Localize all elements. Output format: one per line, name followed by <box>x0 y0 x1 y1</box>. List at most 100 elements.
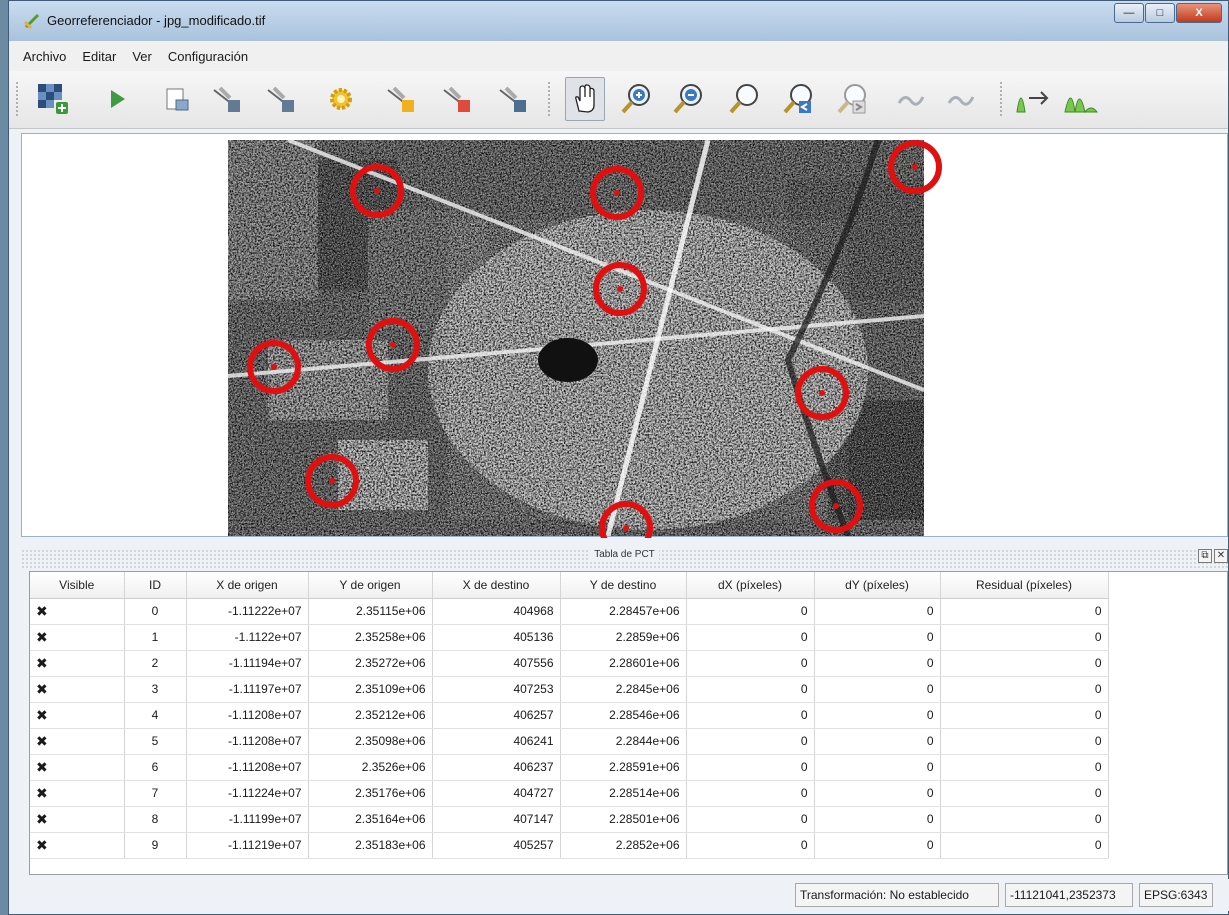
coordinate-display: -11121041,2352373 <box>1005 883 1133 907</box>
column-header[interactable]: Residual (píxeles) <box>940 572 1109 599</box>
zoom-out-button[interactable] <box>669 77 709 121</box>
transformation-status: Transformación: No establecido <box>795 883 999 907</box>
maximize-button[interactable]: □ <box>1145 3 1175 23</box>
table-cell: 405257 <box>432 832 561 859</box>
table-cell: 404727 <box>432 780 561 807</box>
visible-checkbox[interactable]: ✖ <box>30 702 125 729</box>
table-cell: 0 <box>940 702 1109 729</box>
gcp-marker[interactable] <box>366 318 420 372</box>
table-cell: 2.28514e+06 <box>560 780 687 807</box>
save-gcp-points-button[interactable] <box>261 77 301 121</box>
gcp-table[interactable]: Visible ID X de origen Y de origen X de dest… <box>29 571 1228 875</box>
link-georeferencer-button[interactable] <box>891 77 931 121</box>
gcp-marker[interactable] <box>247 340 301 394</box>
transformation-settings-button[interactable] <box>321 77 361 121</box>
close-button[interactable]: X <box>1176 3 1222 23</box>
zoom-to-layer-button[interactable] <box>725 77 765 121</box>
table-cell: 0 <box>940 598 1109 625</box>
crs-button[interactable]: EPSG:6343 <box>1139 883 1213 907</box>
gcp-marker[interactable] <box>593 262 647 316</box>
link-georeferencer-icon <box>897 96 925 106</box>
full-histogram-stretch-icon <box>1016 91 1049 113</box>
start-georeferencing-button[interactable] <box>97 77 137 121</box>
qgis-logo-icon <box>23 13 40 30</box>
table-row[interactable]: ✖ 7 -1.11224e+07 2.35176e+06 404727 2.28514e+… <box>30 780 1109 807</box>
gcp-marker[interactable] <box>350 164 404 218</box>
map-canvas[interactable] <box>21 133 1228 538</box>
visible-checkbox[interactable]: ✖ <box>30 624 125 651</box>
add-point-button[interactable] <box>381 77 421 121</box>
gcp-id-cell: 2 <box>124 650 187 677</box>
move-gcp-point-button[interactable] <box>493 77 533 121</box>
table-cell: 2.2852e+06 <box>560 832 687 859</box>
table-cell: 0 <box>940 832 1109 859</box>
table-cell: 0 <box>686 754 815 781</box>
pan-button[interactable] <box>565 77 605 121</box>
column-header[interactable]: X de origen <box>186 572 309 599</box>
transformation-settings-icon <box>330 88 352 110</box>
load-gcp-points-button[interactable] <box>207 77 247 121</box>
table-cell: 2.2844e+06 <box>560 728 687 755</box>
delete-point-button[interactable] <box>437 77 477 121</box>
link-qgis-button[interactable] <box>941 77 981 121</box>
float-dock-button[interactable]: ⧉ <box>1198 549 1212 563</box>
generate-gdal-script-button[interactable] <box>157 77 197 121</box>
table-cell: 407253 <box>432 676 561 703</box>
gcp-id-cell: 3 <box>124 676 187 703</box>
gcp-marker[interactable] <box>590 166 644 220</box>
visible-checkbox[interactable]: ✖ <box>30 754 125 781</box>
table-row[interactable]: ✖ 1 -1.1122e+07 2.35258e+06 405136 2.2859e+06… <box>30 624 1109 651</box>
gcp-marker[interactable] <box>888 140 942 194</box>
column-header[interactable]: Y de destino <box>560 572 687 599</box>
table-row[interactable]: ✖ 2 -1.11194e+07 2.35272e+06 407556 2.28601e+… <box>30 650 1109 677</box>
table-row[interactable]: ✖ 8 -1.11199e+07 2.35164e+06 407147 2.28501e+… <box>30 806 1109 833</box>
table-row[interactable]: ✖ 5 -1.11208e+07 2.35098e+06 406241 2.2844e+0… <box>30 728 1109 755</box>
table-cell: 0 <box>814 702 941 729</box>
table-cell: 2.35183e+06 <box>308 832 433 859</box>
open-raster-button[interactable] <box>33 77 73 121</box>
menu-archivo[interactable]: Archivo <box>23 49 66 64</box>
gcp-marker[interactable] <box>795 366 849 420</box>
gcp-marker[interactable] <box>305 454 359 508</box>
visible-checkbox[interactable]: ✖ <box>30 780 125 807</box>
gcp-marker[interactable] <box>599 501 653 538</box>
table-row[interactable]: ✖ 4 -1.11208e+07 2.35212e+06 406257 2.28546e+… <box>30 702 1109 729</box>
visible-checkbox[interactable]: ✖ <box>30 728 125 755</box>
table-cell: 406237 <box>432 754 561 781</box>
table-cell: 2.28457e+06 <box>560 598 687 625</box>
menu-configuracion[interactable]: Configuración <box>168 49 248 64</box>
full-histogram-stretch-button[interactable] <box>1013 77 1053 121</box>
column-header[interactable]: dX (píxeles) <box>686 572 815 599</box>
close-dock-button[interactable]: ✕ <box>1214 549 1228 563</box>
georeferencer-window: Georreferenciador - jpg_modificado.tif —… <box>8 0 1229 915</box>
visible-checkbox[interactable]: ✖ <box>30 806 125 833</box>
table-cell: 2.35098e+06 <box>308 728 433 755</box>
gcp-marker[interactable] <box>809 479 863 533</box>
table-cell: 2.35258e+06 <box>308 624 433 651</box>
visible-checkbox[interactable]: ✖ <box>30 676 125 703</box>
table-row[interactable]: ✖ 0 -1.11222e+07 2.35115e+06 404968 2.28457e+… <box>30 598 1109 625</box>
zoom-next-button[interactable] <box>833 77 873 121</box>
table-row[interactable]: ✖ 9 -1.11219e+07 2.35183e+06 405257 2.2852e+0… <box>30 832 1109 859</box>
table-cell: -1.11197e+07 <box>186 676 309 703</box>
visible-checkbox[interactable]: ✖ <box>30 832 125 859</box>
column-header[interactable]: Y de origen <box>308 572 433 599</box>
local-histogram-stretch-button[interactable] <box>1061 77 1101 121</box>
column-header[interactable]: Visible <box>30 572 125 599</box>
zoom-in-button[interactable] <box>617 77 657 121</box>
table-row[interactable]: ✖ 6 -1.11208e+07 2.3526e+06 406237 2.28591e+0… <box>30 754 1109 781</box>
gcp-id-cell: 6 <box>124 754 187 781</box>
table-cell: 2.35115e+06 <box>308 598 433 625</box>
column-header[interactable]: dY (píxeles) <box>814 572 941 599</box>
visible-checkbox[interactable]: ✖ <box>30 598 125 625</box>
table-cell: 0 <box>940 650 1109 677</box>
minimize-button[interactable]: — <box>1114 3 1144 23</box>
column-header[interactable]: ID <box>124 572 187 599</box>
menu-ver[interactable]: Ver <box>132 49 152 64</box>
zoom-last-button[interactable] <box>779 77 819 121</box>
visible-checkbox[interactable]: ✖ <box>30 650 125 677</box>
menu-editar[interactable]: Editar <box>82 49 116 64</box>
table-row[interactable]: ✖ 3 -1.11197e+07 2.35109e+06 407253 2.2845e+0… <box>30 676 1109 703</box>
column-header[interactable]: X de destino <box>432 572 561 599</box>
table-cell: 0 <box>940 754 1109 781</box>
